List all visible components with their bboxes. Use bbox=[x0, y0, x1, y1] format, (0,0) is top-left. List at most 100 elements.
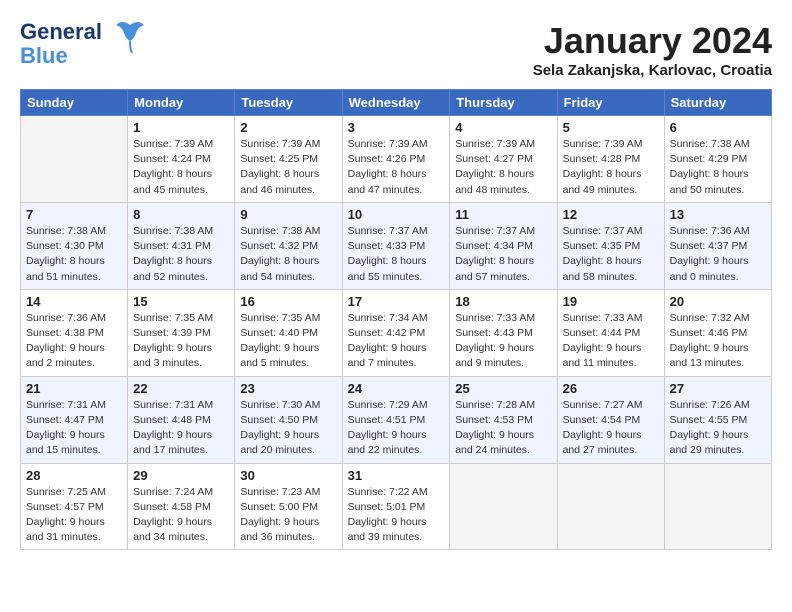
day-info: Sunrise: 7:32 AMSunset: 4:46 PMDaylight:… bbox=[670, 311, 766, 372]
calendar-table: SundayMondayTuesdayWednesdayThursdayFrid… bbox=[20, 89, 772, 550]
calendar-week-row: 28Sunrise: 7:25 AMSunset: 4:57 PMDayligh… bbox=[21, 463, 772, 550]
day-number: 14 bbox=[26, 294, 122, 309]
day-info: Sunrise: 7:33 AMSunset: 4:43 PMDaylight:… bbox=[455, 311, 551, 372]
day-info: Sunrise: 7:30 AMSunset: 4:50 PMDaylight:… bbox=[240, 398, 336, 459]
day-info: Sunrise: 7:22 AMSunset: 5:01 PMDaylight:… bbox=[348, 485, 445, 546]
day-info: Sunrise: 7:39 AMSunset: 4:27 PMDaylight:… bbox=[455, 137, 551, 198]
calendar-header-row: SundayMondayTuesdayWednesdayThursdayFrid… bbox=[21, 90, 772, 116]
day-number: 16 bbox=[240, 294, 336, 309]
calendar-day-cell: 31 Sunrise: 7:22 AMSunset: 5:01 PMDayligh… bbox=[342, 463, 450, 550]
calendar-day-cell: 21 Sunrise: 7:31 AMSunset: 4:47 PMDayligh… bbox=[21, 376, 128, 463]
day-info: Sunrise: 7:25 AMSunset: 4:57 PMDaylight:… bbox=[26, 485, 122, 546]
calendar-week-row: 1Sunrise: 7:39 AMSunset: 4:24 PMDaylight… bbox=[21, 116, 772, 203]
calendar-body: 1Sunrise: 7:39 AMSunset: 4:24 PMDaylight… bbox=[21, 116, 772, 550]
calendar-day-cell: 7Sunrise: 7:38 AMSunset: 4:30 PMDaylight… bbox=[21, 202, 128, 289]
day-info: Sunrise: 7:36 AMSunset: 4:38 PMDaylight:… bbox=[26, 311, 122, 372]
weekday-header-monday: Monday bbox=[128, 90, 235, 116]
day-info: Sunrise: 7:33 AMSunset: 4:44 PMDaylight:… bbox=[563, 311, 659, 372]
calendar-day-cell: 24Sunrise: 7:29 AMSunset: 4:51 PMDayligh… bbox=[342, 376, 450, 463]
day-number: 17 bbox=[348, 294, 445, 309]
calendar-day-cell: 16 Sunrise: 7:35 AMSunset: 4:40 PMDayligh… bbox=[235, 289, 342, 376]
logo-text-blue: Blue bbox=[20, 44, 102, 68]
day-number: 31 bbox=[348, 468, 445, 483]
day-number: 21 bbox=[26, 381, 122, 396]
calendar-day-cell: 5 Sunrise: 7:39 AMSunset: 4:28 PMDaylight… bbox=[557, 116, 664, 203]
day-info: Sunrise: 7:35 AMSunset: 4:40 PMDaylight:… bbox=[240, 311, 336, 372]
day-info: Sunrise: 7:39 AMSunset: 4:28 PMDaylight:… bbox=[563, 137, 659, 198]
calendar-day-cell: 12 Sunrise: 7:37 AMSunset: 4:35 PMDayligh… bbox=[557, 202, 664, 289]
day-number: 6 bbox=[670, 120, 766, 135]
calendar-day-cell: 1Sunrise: 7:39 AMSunset: 4:24 PMDaylight… bbox=[128, 116, 235, 203]
day-number: 23 bbox=[240, 381, 336, 396]
day-info: Sunrise: 7:38 AMSunset: 4:30 PMDaylight:… bbox=[26, 224, 122, 285]
day-number: 1 bbox=[133, 120, 229, 135]
weekday-header-thursday: Thursday bbox=[450, 90, 557, 116]
calendar-day-cell: 3Sunrise: 7:39 AMSunset: 4:26 PMDaylight… bbox=[342, 116, 450, 203]
calendar-day-cell: 9 Sunrise: 7:38 AMSunset: 4:32 PMDaylight… bbox=[235, 202, 342, 289]
calendar-day-cell: 6 Sunrise: 7:38 AMSunset: 4:29 PMDaylight… bbox=[664, 116, 771, 203]
day-info: Sunrise: 7:39 AMSunset: 4:25 PMDaylight:… bbox=[240, 137, 336, 198]
day-number: 22 bbox=[133, 381, 229, 396]
logo-bird-icon bbox=[110, 15, 150, 65]
day-number: 27 bbox=[670, 381, 766, 396]
calendar-day-cell: 26 Sunrise: 7:27 AMSunset: 4:54 PMDayligh… bbox=[557, 376, 664, 463]
day-info: Sunrise: 7:38 AMSunset: 4:29 PMDaylight:… bbox=[670, 137, 766, 198]
calendar-week-row: 7Sunrise: 7:38 AMSunset: 4:30 PMDaylight… bbox=[21, 202, 772, 289]
calendar-day-cell: 11 Sunrise: 7:37 AMSunset: 4:34 PMDayligh… bbox=[450, 202, 557, 289]
calendar-day-cell: 20 Sunrise: 7:32 AMSunset: 4:46 PMDayligh… bbox=[664, 289, 771, 376]
calendar-day-cell: 28Sunrise: 7:25 AMSunset: 4:57 PMDayligh… bbox=[21, 463, 128, 550]
calendar-day-cell: 27 Sunrise: 7:26 AMSunset: 4:55 PMDayligh… bbox=[664, 376, 771, 463]
weekday-header-sunday: Sunday bbox=[21, 90, 128, 116]
day-number: 24 bbox=[348, 381, 445, 396]
logo: General Blue bbox=[20, 20, 150, 68]
weekday-header-friday: Friday bbox=[557, 90, 664, 116]
day-info: Sunrise: 7:24 AMSunset: 4:58 PMDaylight:… bbox=[133, 485, 229, 546]
day-info: Sunrise: 7:37 AMSunset: 4:34 PMDaylight:… bbox=[455, 224, 551, 285]
weekday-header-saturday: Saturday bbox=[664, 90, 771, 116]
day-number: 5 bbox=[563, 120, 659, 135]
calendar-day-cell bbox=[664, 463, 771, 550]
day-info: Sunrise: 7:31 AMSunset: 4:47 PMDaylight:… bbox=[26, 398, 122, 459]
calendar-day-cell: 23 Sunrise: 7:30 AMSunset: 4:50 PMDayligh… bbox=[235, 376, 342, 463]
day-number: 9 bbox=[240, 207, 336, 222]
day-number: 29 bbox=[133, 468, 229, 483]
calendar-day-cell: 29 Sunrise: 7:24 AMSunset: 4:58 PMDayligh… bbox=[128, 463, 235, 550]
day-info: Sunrise: 7:28 AMSunset: 4:53 PMDaylight:… bbox=[455, 398, 551, 459]
calendar-day-cell: 18 Sunrise: 7:33 AMSunset: 4:43 PMDayligh… bbox=[450, 289, 557, 376]
day-info: Sunrise: 7:26 AMSunset: 4:55 PMDaylight:… bbox=[670, 398, 766, 459]
day-number: 15 bbox=[133, 294, 229, 309]
day-info: Sunrise: 7:38 AMSunset: 4:32 PMDaylight:… bbox=[240, 224, 336, 285]
calendar-day-cell: 2 Sunrise: 7:39 AMSunset: 4:25 PMDaylight… bbox=[235, 116, 342, 203]
calendar-day-cell: 15 Sunrise: 7:35 AMSunset: 4:39 PMDayligh… bbox=[128, 289, 235, 376]
calendar-day-cell: 19Sunrise: 7:33 AMSunset: 4:44 PMDayligh… bbox=[557, 289, 664, 376]
day-number: 25 bbox=[455, 381, 551, 396]
calendar-day-cell: 25 Sunrise: 7:28 AMSunset: 4:53 PMDayligh… bbox=[450, 376, 557, 463]
day-info: Sunrise: 7:23 AMSunset: 5:00 PMDaylight:… bbox=[240, 485, 336, 546]
logo-text-general: General bbox=[20, 20, 102, 44]
day-number: 18 bbox=[455, 294, 551, 309]
day-number: 26 bbox=[563, 381, 659, 396]
day-number: 4 bbox=[455, 120, 551, 135]
month-title: January 2024 bbox=[533, 20, 772, 62]
day-info: Sunrise: 7:27 AMSunset: 4:54 PMDaylight:… bbox=[563, 398, 659, 459]
calendar-day-cell: 30Sunrise: 7:23 AMSunset: 5:00 PMDayligh… bbox=[235, 463, 342, 550]
day-number: 13 bbox=[670, 207, 766, 222]
calendar-week-row: 14 Sunrise: 7:36 AMSunset: 4:38 PMDayligh… bbox=[21, 289, 772, 376]
day-info: Sunrise: 7:37 AMSunset: 4:33 PMDaylight:… bbox=[348, 224, 445, 285]
day-info: Sunrise: 7:37 AMSunset: 4:35 PMDaylight:… bbox=[563, 224, 659, 285]
day-info: Sunrise: 7:35 AMSunset: 4:39 PMDaylight:… bbox=[133, 311, 229, 372]
calendar-day-cell bbox=[21, 116, 128, 203]
day-info: Sunrise: 7:38 AMSunset: 4:31 PMDaylight:… bbox=[133, 224, 229, 285]
day-info: Sunrise: 7:36 AMSunset: 4:37 PMDaylight:… bbox=[670, 224, 766, 285]
weekday-header-wednesday: Wednesday bbox=[342, 90, 450, 116]
day-number: 11 bbox=[455, 207, 551, 222]
day-number: 20 bbox=[670, 294, 766, 309]
day-number: 2 bbox=[240, 120, 336, 135]
day-number: 12 bbox=[563, 207, 659, 222]
calendar-day-cell: 14 Sunrise: 7:36 AMSunset: 4:38 PMDayligh… bbox=[21, 289, 128, 376]
calendar-day-cell: 8Sunrise: 7:38 AMSunset: 4:31 PMDaylight… bbox=[128, 202, 235, 289]
weekday-header-tuesday: Tuesday bbox=[235, 90, 342, 116]
calendar-day-cell bbox=[450, 463, 557, 550]
title-block: January 2024 Sela Zakanjska, Karlovac, C… bbox=[533, 20, 772, 79]
calendar-day-cell: 4 Sunrise: 7:39 AMSunset: 4:27 PMDaylight… bbox=[450, 116, 557, 203]
